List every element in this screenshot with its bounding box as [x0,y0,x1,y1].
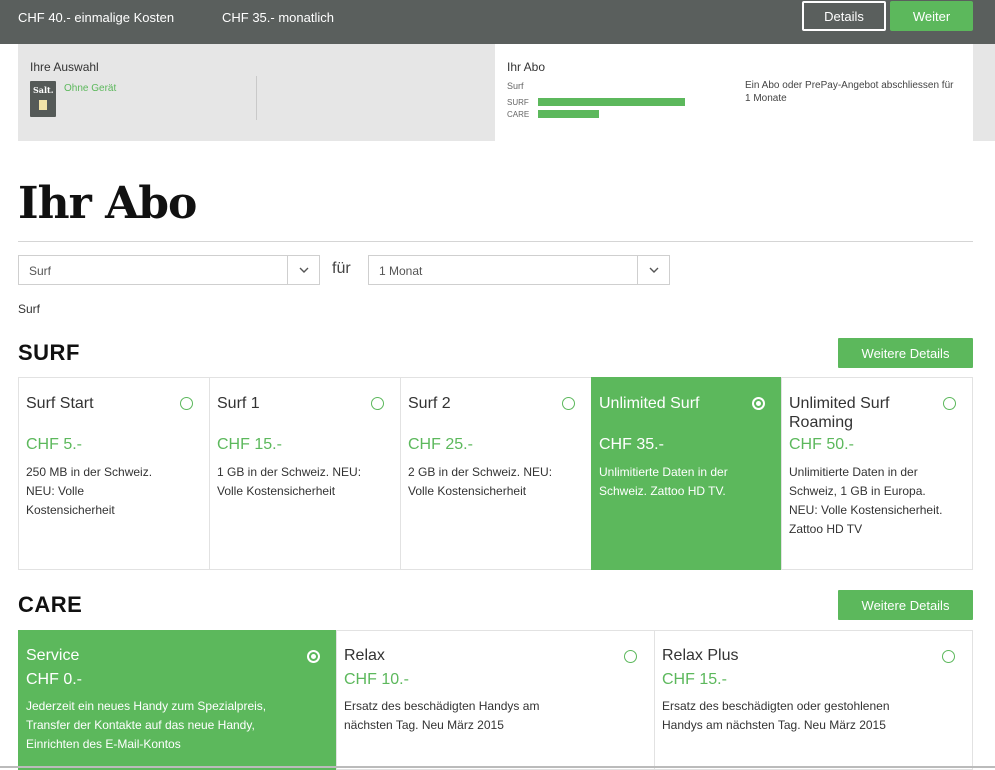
surf-more-details-button[interactable]: Weitere Details [838,338,973,368]
sim-card-icon [39,100,47,110]
plan-price: CHF 10.- [344,671,409,688]
plan-name: Surf 1 [217,395,260,412]
device-logo-text: Salt. [33,85,54,95]
plan-name: Relax Plus [662,647,739,664]
plan-name: Unlimited Surf [599,395,700,412]
device-sim-icon: Salt. [30,81,56,117]
abo-note: Ein Abo oder PrePay-Angebot abschliessen… [745,80,954,104]
plan-name: Surf 2 [408,395,451,412]
plan-name: Surf Start [26,395,94,412]
plan-description: Ersatz des beschädigten Handys am nächst… [344,699,540,732]
plan-price: CHF 25.- [408,436,473,453]
one-time-cost: CHF 40.- einmalige Kosten [18,10,175,25]
plan-description: 1 GB in der Schweiz. NEU: Volle Kostensi… [217,465,362,498]
abo-type-select[interactable]: Surf [18,255,320,285]
care-card-service[interactable]: Service CHF 0.- Jederzeit ein neues Hand… [18,630,337,770]
plan-price: CHF 35.- [599,436,664,453]
next-button[interactable]: Weiter [890,1,973,31]
selection-title: Ihre Auswahl [30,60,99,74]
plan-radio-selected[interactable] [307,650,320,663]
plan-radio[interactable] [942,650,955,663]
summary-gap [973,44,995,141]
plan-description: 2 GB in der Schweiz. NEU: Volle Kostensi… [408,465,553,498]
plan-price: CHF 5.- [26,436,82,453]
care-card-relax-plus[interactable]: Relax Plus CHF 15.- Ersatz des beschädig… [654,630,973,770]
for-label: für [332,260,351,277]
plan-price: CHF 15.- [662,671,727,688]
selection-summary: Ihre Auswahl Salt. Ohne Gerät [18,44,495,141]
plan-description: Ersatz des beschädigten oder gestohlenen… [662,699,890,732]
plan-description: Jederzeit ein neues Handy zum Spezialpre… [26,699,267,751]
details-button[interactable]: Details [802,1,886,31]
chevron-down-icon [287,256,319,284]
title-divider [18,241,973,242]
care-section-title: CARE [18,592,83,617]
plan-radio[interactable] [562,397,575,410]
care-level-bar [538,110,599,118]
plan-price: CHF 50.- [789,436,854,453]
plan-price: CHF 15.- [217,436,282,453]
plan-card-surf-start[interactable]: Surf Start CHF 5.- 250 MB in der Schweiz… [18,377,210,570]
surf-section-title: SURF [18,340,80,365]
plan-description: Unlimitierte Daten in der Schweiz. Zatto… [599,465,728,498]
plan-card-unlimited-surf-roaming[interactable]: Unlimited Surf Roaming CHF 50.- Unlimiti… [781,377,973,570]
plan-name: Service [26,647,80,664]
plan-radio[interactable] [371,397,384,410]
plan-radio-selected[interactable] [752,397,765,410]
plan-card-unlimited-surf[interactable]: Unlimited Surf CHF 35.- Unlimitierte Dat… [591,377,782,570]
top-bar: CHF 40.- einmalige Kosten CHF 35.- monat… [0,0,995,44]
device-label: Ohne Gerät [64,83,117,94]
monthly-cost: CHF 35.- monatlich [222,10,334,25]
care-more-details-button[interactable]: Weitere Details [838,590,973,620]
chevron-down-icon [637,256,669,284]
care-bar-label: CARE [507,110,530,119]
abo-summary: Ihr Abo Surf SURF CARE Ein Abo oder PreP… [495,44,973,141]
plan-card-surf-2[interactable]: Surf 2 CHF 25.- 2 GB in der Schweiz. NEU… [400,377,592,570]
abo-summary-title: Ihr Abo [507,60,546,74]
summary-divider [256,76,257,120]
surf-level-bar [538,98,685,106]
page-title: Ihr Abo [18,178,197,229]
plan-radio[interactable] [624,650,637,663]
duration-select[interactable]: 1 Monat [368,255,670,285]
abo-summary-name: Surf [507,81,524,91]
abo-type-value: Surf [29,264,52,278]
care-card-relax[interactable]: Relax CHF 10.- Ersatz des beschädigten H… [336,630,655,770]
plan-radio[interactable] [180,397,193,410]
plan-name: Relax [344,647,385,664]
plan-description: Unlimitierte Daten in der Schweiz, 1 GB … [789,465,943,536]
plan-card-surf-1[interactable]: Surf 1 CHF 15.- 1 GB in der Schweiz. NEU… [209,377,401,570]
plan-radio[interactable] [943,397,956,410]
duration-value: 1 Monat [379,264,423,278]
plan-price: CHF 0.- [26,671,82,688]
breadcrumb: Surf [18,302,41,316]
plan-name: Unlimited Surf Roaming [789,395,890,431]
surf-bar-label: SURF [507,98,529,107]
plan-description: 250 MB in der Schweiz. NEU: Volle Kosten… [26,465,153,517]
